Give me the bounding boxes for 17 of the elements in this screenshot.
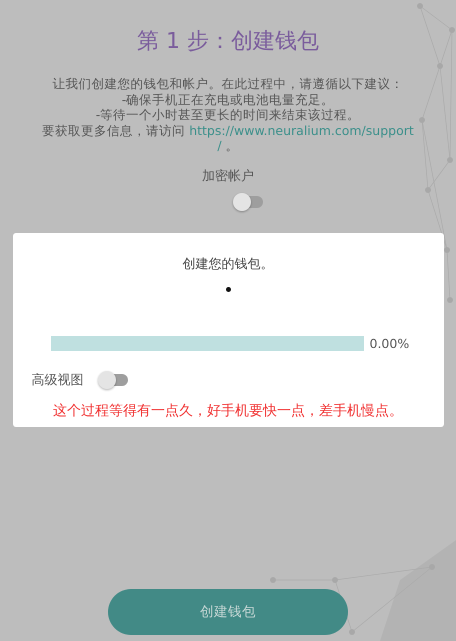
create-wallet-button[interactable]: 创建钱包 xyxy=(108,589,348,635)
support-link[interactable]: / xyxy=(217,138,222,153)
intro-text: / 。 xyxy=(217,138,239,154)
toggle-label: 加密帐户 xyxy=(202,168,254,184)
progress-reading: 0.00% xyxy=(370,336,410,350)
intro-text: -确保手机正在充电或电池电量充足。 xyxy=(122,92,334,107)
toggle-switch[interactable] xyxy=(233,192,263,210)
toggle-switch[interactable] xyxy=(98,370,128,388)
dialog-message: 创建您的钱包。 xyxy=(182,256,274,272)
warning-note: 这个过程等得有一点久，好手机要快一点，差手机慢点。 xyxy=(53,402,403,420)
toggle-label: 高级视图 xyxy=(32,372,84,388)
intro-text: 让我们创建您的钱包和帐户。在此过程中，请遵循以下建议： xyxy=(52,76,404,92)
page-title: 第 1 步：创建钱包 xyxy=(137,28,319,56)
spinner-icon xyxy=(226,286,230,292)
intro-text: -等待一个小时甚至更长的时间来结束该过程。 xyxy=(96,107,360,122)
support-link[interactable]: https://www.neuralium.com/support xyxy=(189,122,414,138)
intro-text: 要获取更多信息，请访问 https://www.neuralium.com/support xyxy=(42,122,414,138)
